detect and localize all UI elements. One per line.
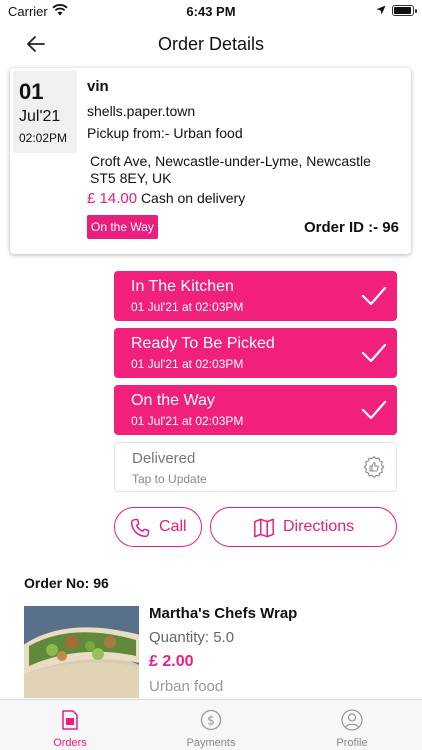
item-image xyxy=(24,606,139,698)
step-time: 01 Jul'21 at 02:03PM xyxy=(131,300,244,314)
location-arrow-icon xyxy=(376,5,386,15)
checkmark-icon xyxy=(361,286,387,306)
status-badge: On the Way xyxy=(87,215,158,239)
tab-orders[interactable]: Orders xyxy=(0,700,140,750)
tab-bar: Orders $ Payments Profile xyxy=(0,699,422,750)
thumbs-up-gear-icon xyxy=(363,455,385,479)
step-in-the-kitchen[interactable]: In The Kitchen 01 Jul'21 at 02:03PM xyxy=(114,271,397,321)
step-on-the-way[interactable]: On the Way 01 Jul'21 at 02:03PM xyxy=(114,385,397,435)
pickup-from: Pickup from:- Urban food xyxy=(87,125,243,141)
step-title: On the Way xyxy=(131,392,215,409)
order-day: 01 xyxy=(19,79,44,104)
call-label: Call xyxy=(159,518,187,535)
customer-location: shells.paper.town xyxy=(87,103,196,119)
battery-icon xyxy=(392,5,417,16)
order-time: 02:02PM xyxy=(19,131,68,145)
tab-profile[interactable]: Profile xyxy=(282,700,422,750)
step-time: 01 Jul'21 at 02:03PM xyxy=(131,357,244,371)
delivery-address: Croft Ave, Newcastle-under-Lyme, Newcast… xyxy=(90,153,371,186)
call-button[interactable]: Call xyxy=(114,507,202,547)
step-ready-to-be-picked[interactable]: Ready To Be Picked 01 Jul'21 at 02:03PM xyxy=(114,328,397,378)
directions-label: Directions xyxy=(283,518,355,535)
status-bar: Carrier 6:43 PM xyxy=(0,0,422,24)
tab-payments[interactable]: $ Payments xyxy=(141,700,281,750)
order-summary-card: 01 Jul'21 02:02PM vin shells.paper.town … xyxy=(10,68,411,254)
item-quantity: Quantity: 5.0 xyxy=(149,629,235,646)
order-number-heading: Order No: 96 xyxy=(24,575,109,591)
order-total: £ 14.00 xyxy=(87,190,138,207)
step-time: 01 Jul'21 at 02:03PM xyxy=(131,414,244,428)
svg-text:$: $ xyxy=(207,714,215,728)
payment-method: Cash on delivery xyxy=(140,190,246,206)
customer-name: vin xyxy=(87,78,109,95)
directions-button[interactable]: Directions xyxy=(210,507,397,547)
step-hint: Tap to Update xyxy=(132,472,207,486)
tab-label: Orders xyxy=(53,737,87,749)
map-icon xyxy=(254,518,274,538)
page-title: Order Details xyxy=(157,34,265,54)
payments-icon: $ xyxy=(200,709,222,731)
nav-bar: Order Details xyxy=(0,24,422,64)
item-store: Urban food xyxy=(149,678,224,695)
checkmark-icon xyxy=(361,400,387,420)
wrap-photo-illustration xyxy=(24,606,139,698)
orders-icon xyxy=(62,710,78,730)
step-title: Ready To Be Picked xyxy=(131,335,275,352)
tab-label: Payments xyxy=(186,737,236,749)
order-month: Jul'21 xyxy=(19,108,61,125)
checkmark-icon xyxy=(361,343,387,363)
step-title: In The Kitchen xyxy=(131,278,234,295)
item-name: Martha's Chefs Wrap xyxy=(149,605,298,622)
order-date-box: 01 Jul'21 02:02PM xyxy=(13,71,77,153)
step-delivered[interactable]: Delivered Tap to Update xyxy=(114,442,397,492)
clock: 6:43 PM xyxy=(186,4,236,19)
phone-icon xyxy=(130,518,150,538)
payment-row: £ 14.00 Cash on delivery xyxy=(87,190,245,207)
item-price: £ 2.00 xyxy=(149,653,194,670)
order-id: Order ID :- 96 xyxy=(303,219,399,236)
profile-icon xyxy=(341,709,363,731)
tab-label: Profile xyxy=(336,737,368,749)
step-title: Delivered xyxy=(132,450,196,467)
